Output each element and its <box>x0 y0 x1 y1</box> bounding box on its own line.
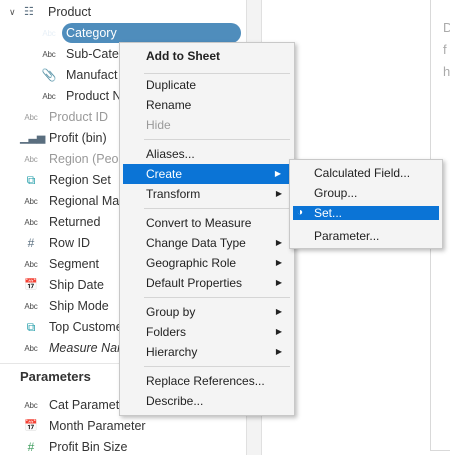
parameter-label: Cat Paramet <box>49 398 120 412</box>
menu-item-create[interactable]: Create ▶ <box>123 164 289 184</box>
hierarchy-product[interactable]: ∨ ☷ Product <box>0 2 246 23</box>
submenu-arrow-icon: ▶ <box>275 189 282 198</box>
string-type-icon: Abc <box>24 302 38 311</box>
menu-item-label: Geographic Role <box>146 256 237 270</box>
field-label: Region Set <box>49 173 111 187</box>
set-icon: ⧉ <box>26 320 36 334</box>
context-menu: Add to Sheet Duplicate Rename Hide Alias… <box>119 42 295 416</box>
calendar-icon: 📅 <box>24 279 38 291</box>
string-type-icon: Abc <box>24 113 38 122</box>
parameters-heading: Parameters <box>20 369 91 384</box>
field-label: Category <box>66 26 117 40</box>
menu-item-rename[interactable]: Rename <box>120 95 294 115</box>
menu-separator <box>144 139 290 140</box>
menu-item-label: Transform <box>146 187 201 201</box>
submenu-arrow-icon: ▶ <box>275 278 282 287</box>
field-label: Ship Date <box>49 278 104 292</box>
truncated-text: D <box>443 20 450 35</box>
menu-item-group-by[interactable]: Group by ▶ <box>120 302 294 322</box>
menu-item-geographic-role[interactable]: Geographic Role ▶ <box>120 253 294 273</box>
paperclip-icon: 📎 <box>41 68 57 82</box>
menu-item-hierarchy[interactable]: Hierarchy ▶ <box>120 342 294 362</box>
submenu-arrow-icon: ▶ <box>275 307 282 316</box>
menu-item-label: Create <box>146 167 183 181</box>
submenu-arrow-icon: ▶ <box>275 327 282 336</box>
menu-item-label: Change Data Type <box>146 236 246 250</box>
field-label: Sub-Cate <box>66 47 119 61</box>
field-label: Region (Peop <box>49 152 126 166</box>
menu-item-duplicate[interactable]: Duplicate <box>120 75 294 95</box>
bin-bars-icon: ▁▃▅ <box>20 132 46 144</box>
submenu-arrow-icon: ▶ <box>275 347 282 356</box>
menu-item-calculated-field[interactable]: Calculated Field... <box>290 163 442 183</box>
menu-item-change-data-type[interactable]: Change Data Type ▶ <box>120 233 294 253</box>
string-type-icon: Abc <box>24 260 38 269</box>
parameter-label: Month Parameter <box>49 419 146 433</box>
number-type-icon: # <box>27 236 35 250</box>
field-label: Profit (bin) <box>49 131 107 145</box>
menu-item-set[interactable]: ◑ Set... <box>293 206 439 220</box>
hierarchy-icon: ☷ <box>24 6 34 18</box>
string-type-icon: Abc <box>24 155 38 164</box>
submenu-arrow-icon: ▶ <box>275 238 282 247</box>
field-label: Returned <box>49 215 101 229</box>
menu-item-aliases[interactable]: Aliases... <box>120 144 294 164</box>
menu-item-label: Set... <box>314 206 343 220</box>
string-type-icon: Abc <box>24 197 38 206</box>
string-type-icon: Abc <box>24 401 38 410</box>
field-label: Ship Mode <box>49 299 109 313</box>
menu-item-label: Folders <box>146 325 187 339</box>
menu-item-folders[interactable]: Folders ▶ <box>120 322 294 342</box>
menu-item-group[interactable]: Group... <box>290 183 442 203</box>
chevron-down-icon[interactable]: ∨ <box>9 2 16 23</box>
string-type-icon: Abc <box>24 218 38 227</box>
menu-item-add-to-sheet[interactable]: Add to Sheet <box>120 46 294 66</box>
set-icon: ⧉ <box>26 173 36 187</box>
field-label: Regional Mar <box>49 194 124 208</box>
menu-separator <box>144 208 290 209</box>
set-icon: ◑ <box>297 207 304 218</box>
menu-item-hide: Hide <box>146 118 171 132</box>
string-type-icon: Abc <box>24 344 38 353</box>
menu-item-parameter[interactable]: Parameter... <box>290 226 442 246</box>
menu-item-transform[interactable]: Transform ▶ <box>120 184 294 204</box>
field-label: Top Custome <box>49 320 123 334</box>
submenu-arrow-icon: ▶ <box>275 258 282 267</box>
parameter-month[interactable]: 📅 Month Parameter <box>20 416 240 437</box>
field-label: Row ID <box>49 236 90 250</box>
string-type-icon: Abc <box>42 29 56 38</box>
truncated-text: f <box>443 42 447 57</box>
hierarchy-label: Product <box>48 5 92 19</box>
field-label: Product N <box>66 89 122 103</box>
menu-item-label: Default Properties <box>146 276 243 290</box>
menu-item-convert-to-measure[interactable]: Convert to Measure <box>120 213 294 233</box>
field-label: Manufact <box>66 68 118 82</box>
menu-item-label: Hierarchy <box>146 345 198 359</box>
menu-item-describe[interactable]: Describe... <box>120 391 294 411</box>
menu-separator <box>144 297 290 298</box>
string-type-icon: Abc <box>42 92 56 101</box>
field-label: Measure Nar <box>49 341 122 355</box>
field-label: Product ID <box>49 110 109 124</box>
menu-item-default-properties[interactable]: Default Properties ▶ <box>120 273 294 293</box>
menu-item-replace-references[interactable]: Replace References... <box>120 371 294 391</box>
field-category[interactable]: Abc Category <box>38 23 238 44</box>
create-submenu: Calculated Field... Group... ◑ Set... Pa… <box>289 159 443 249</box>
truncated-text: h <box>443 64 450 79</box>
string-type-icon: Abc <box>42 50 56 59</box>
submenu-arrow-icon: ▶ <box>274 169 281 178</box>
menu-item-label: Group by <box>146 305 196 319</box>
field-label: Segment <box>49 257 100 271</box>
menu-separator <box>144 73 290 74</box>
calendar-icon: 📅 <box>24 420 38 432</box>
menu-separator <box>144 366 290 367</box>
